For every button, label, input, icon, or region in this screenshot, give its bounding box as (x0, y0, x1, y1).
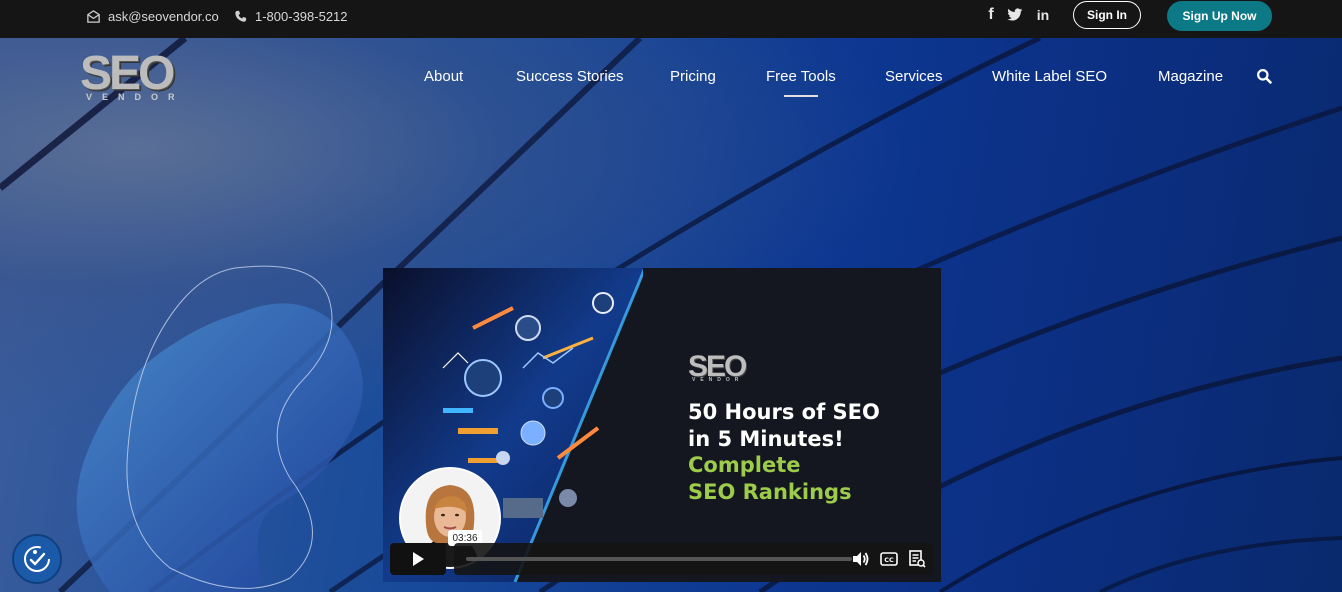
logo-main-text: SEO (80, 47, 175, 100)
video-title-line-2: in 5 Minutes! (688, 427, 844, 451)
accessibility-icon[interactable] (12, 534, 62, 584)
nav-active-indicator (784, 95, 818, 97)
play-icon[interactable] (390, 543, 446, 575)
video-control-bar: CC (454, 543, 933, 575)
captions-icon[interactable]: CC (879, 550, 899, 568)
nav-free-tools[interactable]: Free Tools (766, 68, 836, 90)
contact-phone-text: 1-800-398-5212 (255, 8, 348, 24)
video-player[interactable]: SEO VENDOR 50 Hours of SEO in 5 Minutes!… (383, 268, 941, 582)
search-icon[interactable] (1256, 68, 1274, 86)
nav-about[interactable]: About (424, 68, 463, 90)
nav-white-label-seo[interactable]: White Label SEO (992, 68, 1107, 90)
linkedin-icon[interactable]: in (1033, 5, 1053, 25)
sign-up-button[interactable]: Sign Up Now (1167, 1, 1272, 31)
twitter-icon[interactable] (1005, 5, 1025, 25)
decorative-blob (76, 265, 363, 592)
top-bar: ask@seovendor.co 1-800-398-5212 f in Sig… (0, 0, 1342, 38)
facebook-icon[interactable]: f (981, 5, 1001, 25)
site-logo[interactable]: SEO VENDOR (80, 50, 184, 110)
nav-magazine[interactable]: Magazine (1158, 68, 1223, 90)
contact-email-text: ask@seovendor.co (108, 8, 219, 24)
video-title-line-1: 50 Hours of SEO (688, 400, 880, 424)
contact-email[interactable]: ask@seovendor.co (85, 0, 219, 32)
nav-pricing[interactable]: Pricing (670, 68, 716, 90)
transcript-icon[interactable] (907, 550, 927, 568)
video-controls: CC (390, 543, 933, 575)
nav-success-stories[interactable]: Success Stories (516, 68, 624, 90)
logo-sub-text: VENDOR (86, 92, 185, 102)
email-icon (85, 8, 101, 24)
sign-in-button[interactable]: Sign In (1073, 1, 1141, 29)
svg-text:CC: CC (884, 556, 894, 564)
video-logo-sub: VENDOR (692, 377, 744, 383)
nav-services[interactable]: Services (885, 68, 943, 90)
video-title-line-4: SEO Rankings (688, 480, 852, 504)
hero-section: SEO VENDOR About Success Stories Pricing… (0, 38, 1342, 592)
video-title-line-3: Complete (688, 453, 801, 477)
volume-icon[interactable] (851, 550, 871, 568)
contact-phone[interactable]: 1-800-398-5212 (232, 0, 348, 32)
phone-icon (232, 8, 248, 24)
video-progress-bar[interactable] (466, 557, 852, 561)
